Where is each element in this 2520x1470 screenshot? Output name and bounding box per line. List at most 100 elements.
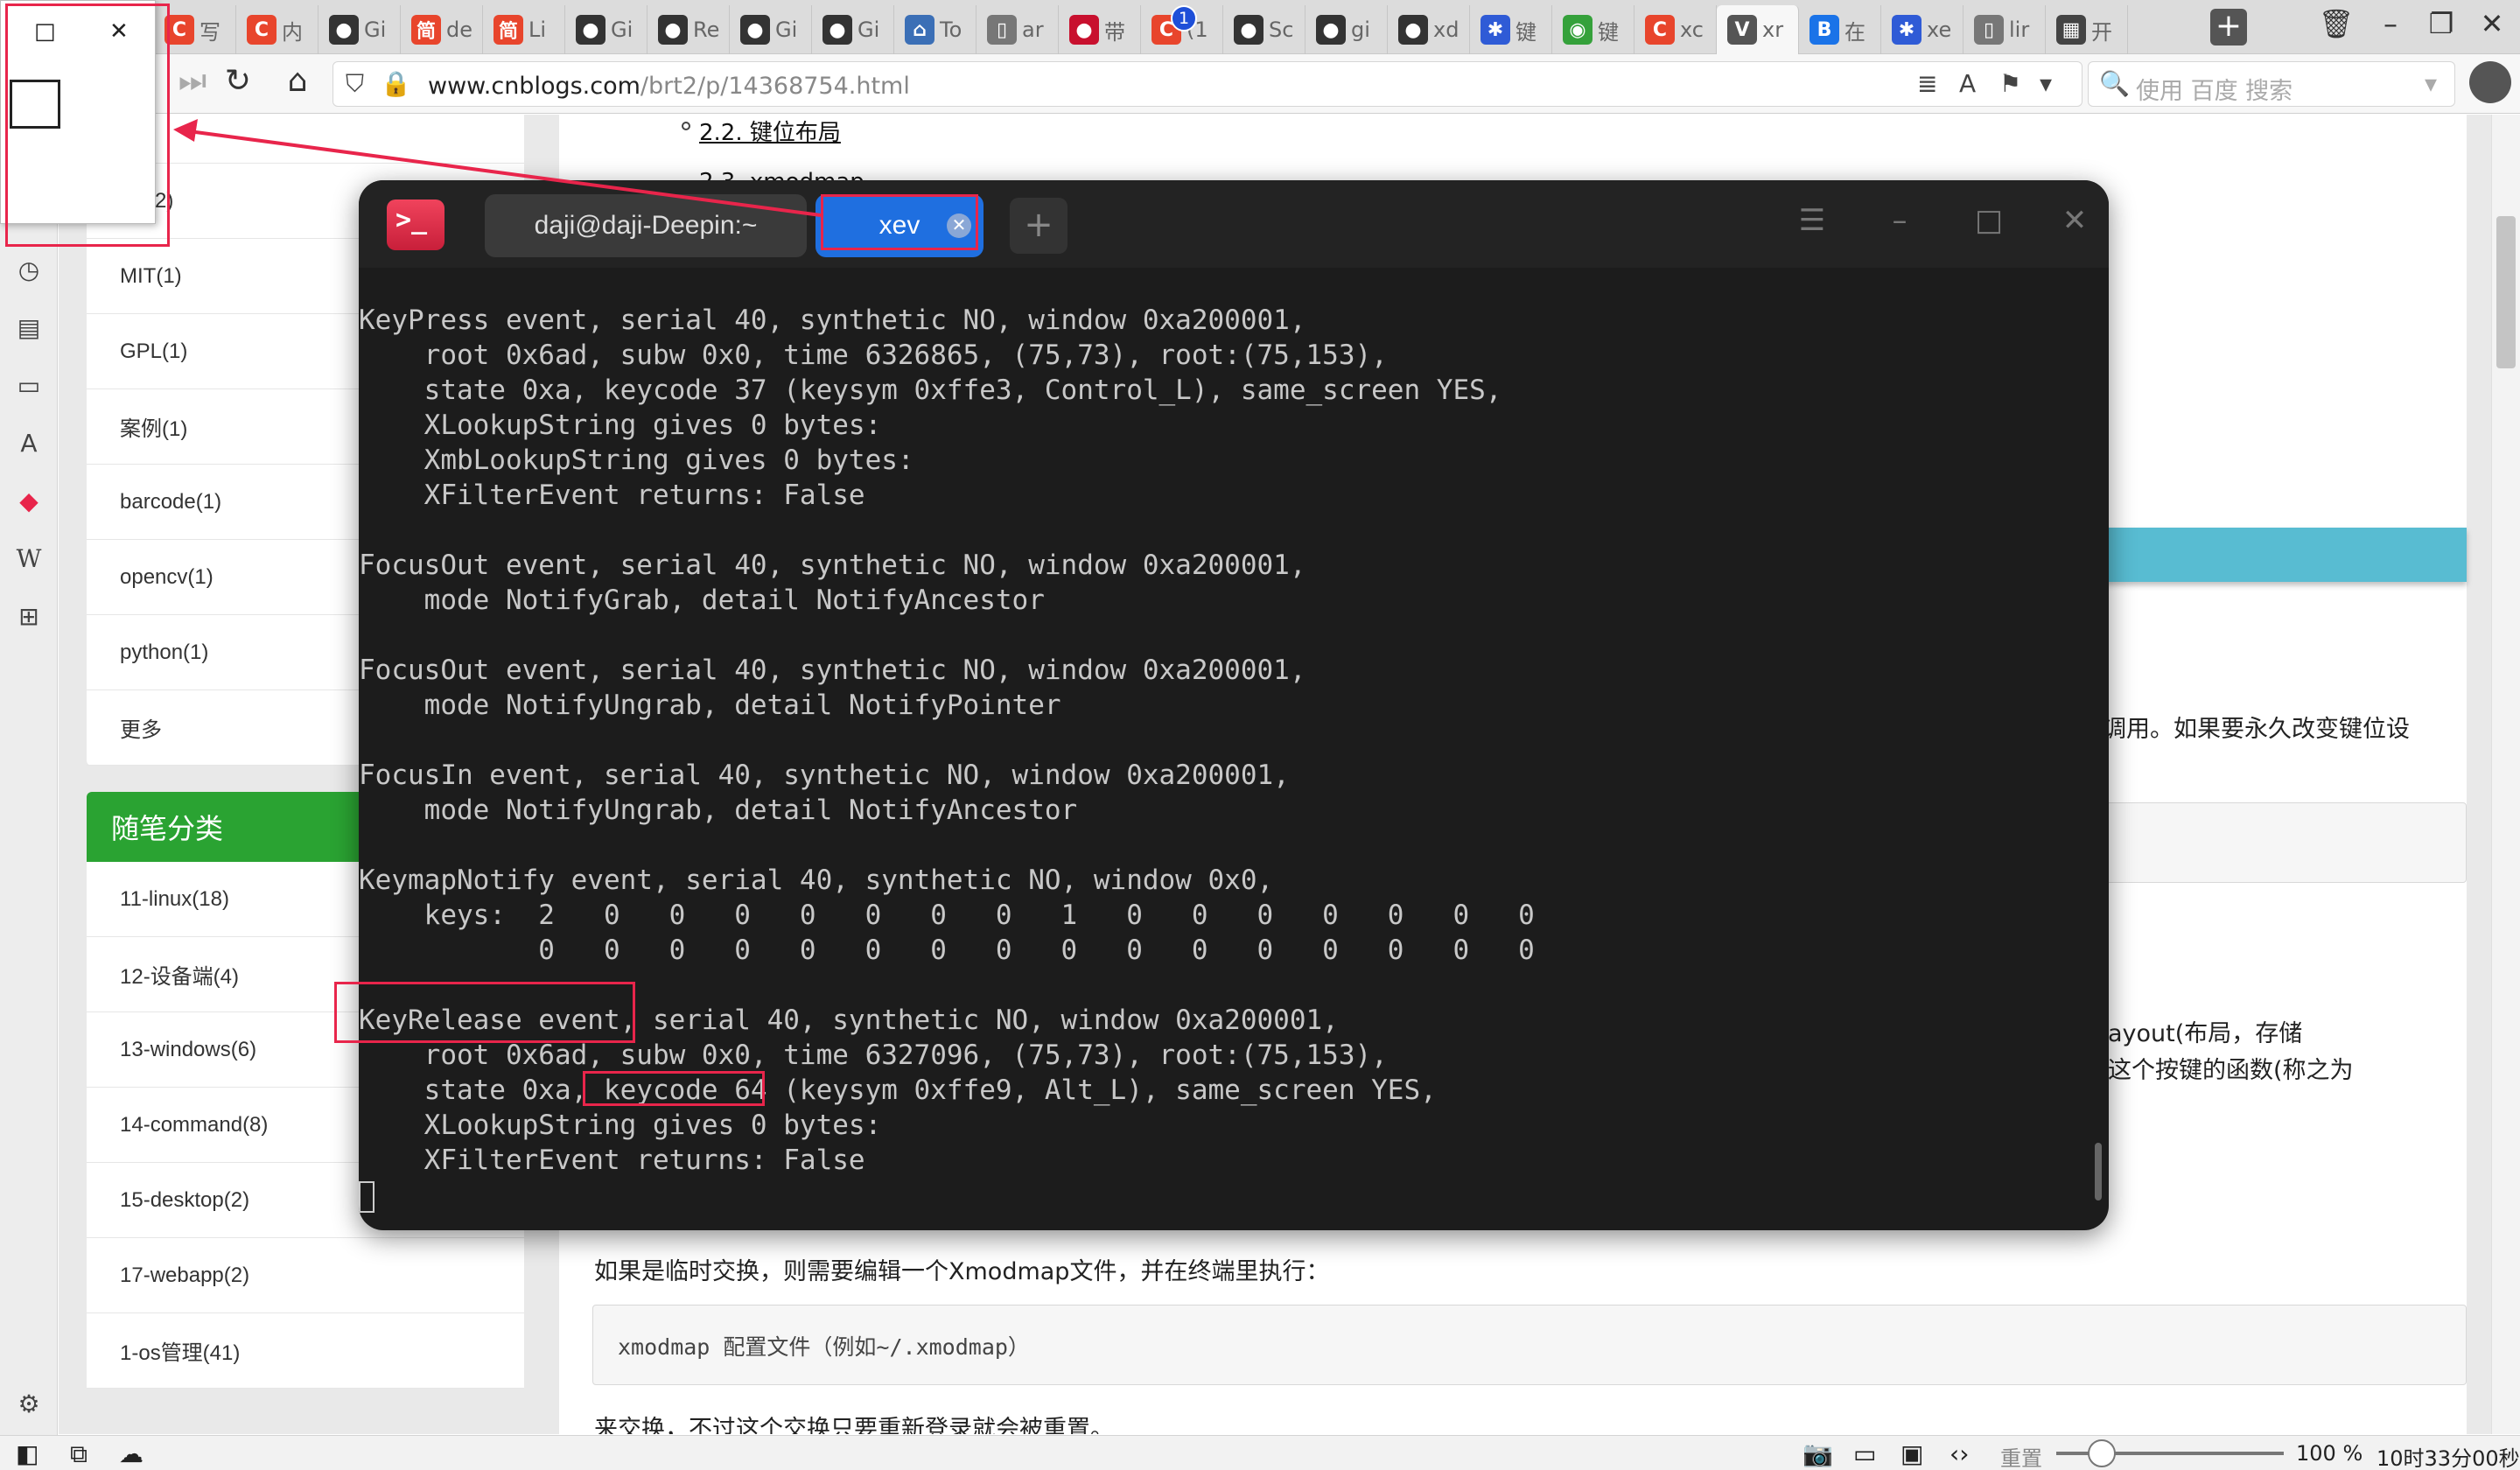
browser-tab[interactable]: Vxr — [1717, 5, 1799, 54]
address-bar[interactable]: ⛉ 🔒 www.cnblogs.com/brt2/p/14368754.html… — [332, 61, 2082, 107]
history-icon[interactable]: ◷ — [12, 254, 46, 287]
tiling-icon[interactable]: ▭ — [1853, 1439, 1876, 1468]
browser-tab[interactable]: C内 — [236, 5, 318, 54]
minimize-button[interactable]: – — [2368, 7, 2413, 40]
browser-tab[interactable]: ✱ 键 — [1470, 5, 1552, 54]
zoom-slider-knob[interactable] — [2088, 1439, 2116, 1467]
browser-tab[interactable]: ● Re — [648, 5, 730, 54]
terminal-line: XLookupString gives 0 bytes: — [359, 1110, 882, 1141]
panel-toggle-icon[interactable]: ◧ — [16, 1439, 38, 1468]
browser-side-panel: ◷ ▤ ▭ A ◆ W ⊞ ⚙ — [0, 114, 58, 1435]
browser-tab[interactable]: ▯ lir — [1964, 5, 2046, 54]
notes-icon[interactable]: ▤ — [12, 312, 46, 345]
shield-icon[interactable]: ⛉ — [346, 69, 364, 99]
browser-tab[interactable]: ● Gi — [565, 5, 648, 54]
maximize-terminal-button[interactable]: □ — [1967, 203, 2011, 238]
code-text: xmodmap 配置文件（例如~/.xmodmap） — [618, 1334, 1030, 1360]
tab-title: 键 — [1598, 19, 1619, 45]
article-paragraph: 来交换，不过这个交换只要重新登录就会被重置。 — [594, 1416, 1114, 1434]
browser-tab[interactable]: ✱ xe — [1881, 5, 1964, 54]
tab-title: lir — [2009, 18, 2030, 42]
capture-camera-icon[interactable]: 📷 — [1802, 1439, 1833, 1468]
add-panel-icon[interactable]: ⊞ — [12, 600, 46, 634]
tab-notification-badge: 1 — [1171, 5, 1197, 32]
tab-list: C 写 C 内 ● Gi 简 de 简 Li ● Gi ● Re ● Gi ● Gi ⌂ To ▯ ar ● 带 C 1 (1 ● Sc… — [154, 5, 2128, 54]
bookmark-icon[interactable]: ⚑ — [1999, 69, 2021, 98]
reader-view-icon[interactable]: ≣ — [1917, 69, 1937, 98]
wikipedia-icon[interactable]: W — [12, 542, 46, 576]
browser-tab[interactable]: C 1 (1 — [1141, 5, 1223, 54]
home-icon[interactable]: ⌂ — [276, 63, 318, 99]
zoom-reset-label[interactable]: 重置 — [2000, 1441, 2042, 1470]
trash-icon[interactable]: 🗑 — [2314, 7, 2359, 40]
settings-gear-icon[interactable]: ⚙ — [12, 1388, 46, 1421]
browser-tab[interactable]: ● gi — [1306, 5, 1388, 54]
article-text-fragment: 调用。如果要永久改变键位设 — [2103, 716, 2410, 743]
document-icon: ▯ — [1974, 15, 2004, 45]
bing-icon: B — [1810, 15, 1839, 45]
cnblogs-icon: C — [247, 15, 276, 45]
toc-link-keyboard-layout[interactable]: 2.2. 键位布局 — [699, 115, 841, 147]
menu-icon[interactable]: ☰ — [1790, 203, 1834, 238]
search-placeholder: 使用 百度 搜索 — [2136, 78, 2293, 105]
minimize-terminal-button[interactable]: – — [1878, 203, 1922, 238]
lock-icon[interactable]: 🔒 — [381, 69, 411, 98]
browser-tab[interactable]: 简 de — [401, 5, 483, 54]
translate-panel-icon[interactable]: A — [12, 427, 46, 460]
annotation-box-xev-window — [5, 4, 170, 247]
green-eye-icon: ◉ — [1563, 15, 1592, 45]
browser-tab[interactable]: ▦ 开 — [2046, 5, 2128, 54]
browser-tab[interactable]: B在 — [1799, 5, 1881, 54]
sync-cloud-icon[interactable]: ☁ — [119, 1439, 144, 1468]
browser-tab[interactable]: Cxc — [1634, 5, 1717, 54]
tab-title: Gi — [858, 18, 880, 42]
jianshu-icon: 简 — [494, 15, 523, 45]
fast-forward-icon[interactable]: ⏭ — [172, 63, 214, 100]
terminal-scrollbar[interactable] — [2095, 1143, 2102, 1200]
zoom-slider[interactable] — [2056, 1439, 2284, 1467]
scrollbar-thumb[interactable] — [2496, 216, 2516, 368]
window-panel-icon[interactable]: ▭ — [12, 369, 46, 402]
category-list-item[interactable]: 1-os管理(41) — [87, 1313, 524, 1389]
translate-icon[interactable]: A — [1959, 69, 1976, 98]
search-box[interactable]: 🔍 使用 百度 搜索 ▾ — [2088, 61, 2455, 107]
url-text[interactable]: www.cnblogs.com/brt2/p/14368754.html — [428, 73, 910, 100]
category-list-item[interactable]: 17-webapp(2) — [87, 1238, 524, 1313]
browser-tab[interactable]: ● 带 — [1059, 5, 1141, 54]
reload-icon[interactable]: ↻ — [217, 63, 259, 99]
github-icon: ● — [1398, 15, 1428, 45]
tab-tiling-icon[interactable]: ⧉ — [70, 1439, 88, 1469]
browser-tab[interactable]: 简 Li — [483, 5, 565, 54]
browser-tab[interactable]: ◉ 键 — [1552, 5, 1634, 54]
browser-tab[interactable]: ● Gi — [730, 5, 812, 54]
red-leaf-icon: ● — [1069, 15, 1099, 45]
dropdown-arrow-icon[interactable]: ▾ — [2040, 69, 2052, 98]
terminal-line: mode NotifyUngrab, detail NotifyAncestor — [359, 794, 1078, 826]
close-terminal-button[interactable]: ✕ — [2053, 203, 2096, 238]
tab-title: Gi — [611, 18, 634, 42]
vivaldi-icon[interactable]: ◆ — [12, 485, 46, 518]
close-window-button[interactable]: ✕ — [2469, 7, 2515, 40]
browser-tab[interactable]: ● Sc — [1223, 5, 1306, 54]
terminal-line: XFilterEvent returns: False — [359, 480, 865, 511]
new-tab-button[interactable]: + — [2210, 9, 2247, 46]
page-actions-icon[interactable]: ‹› — [1950, 1439, 1969, 1468]
search-dropdown-icon[interactable]: ▾ — [2425, 69, 2437, 98]
new-terminal-tab-button[interactable]: + — [1010, 198, 1068, 254]
tab-title: xe — [1927, 18, 1952, 42]
tab-title: xd — [1433, 18, 1460, 42]
terminal-tab-shell[interactable]: daji@daji-Deepin:~ — [485, 194, 807, 257]
page-scrollbar[interactable] — [2491, 115, 2520, 1434]
browser-tab[interactable]: ▯ ar — [976, 5, 1059, 54]
github-icon: ● — [1316, 15, 1346, 45]
restore-button[interactable]: ❐ — [2418, 7, 2464, 40]
search-engine-icon[interactable]: 🔍 — [2099, 69, 2130, 98]
browser-tab[interactable]: ● Gi — [812, 5, 894, 54]
profile-avatar[interactable] — [2469, 61, 2511, 103]
terminal-line: XFilterEvent returns: False — [359, 1144, 865, 1176]
browser-tab[interactable]: ● xd — [1388, 5, 1470, 54]
images-icon[interactable]: ▣ — [1900, 1439, 1923, 1468]
browser-tab[interactable]: ⌂ To — [894, 5, 976, 54]
browser-tab[interactable]: ● Gi — [318, 5, 401, 54]
